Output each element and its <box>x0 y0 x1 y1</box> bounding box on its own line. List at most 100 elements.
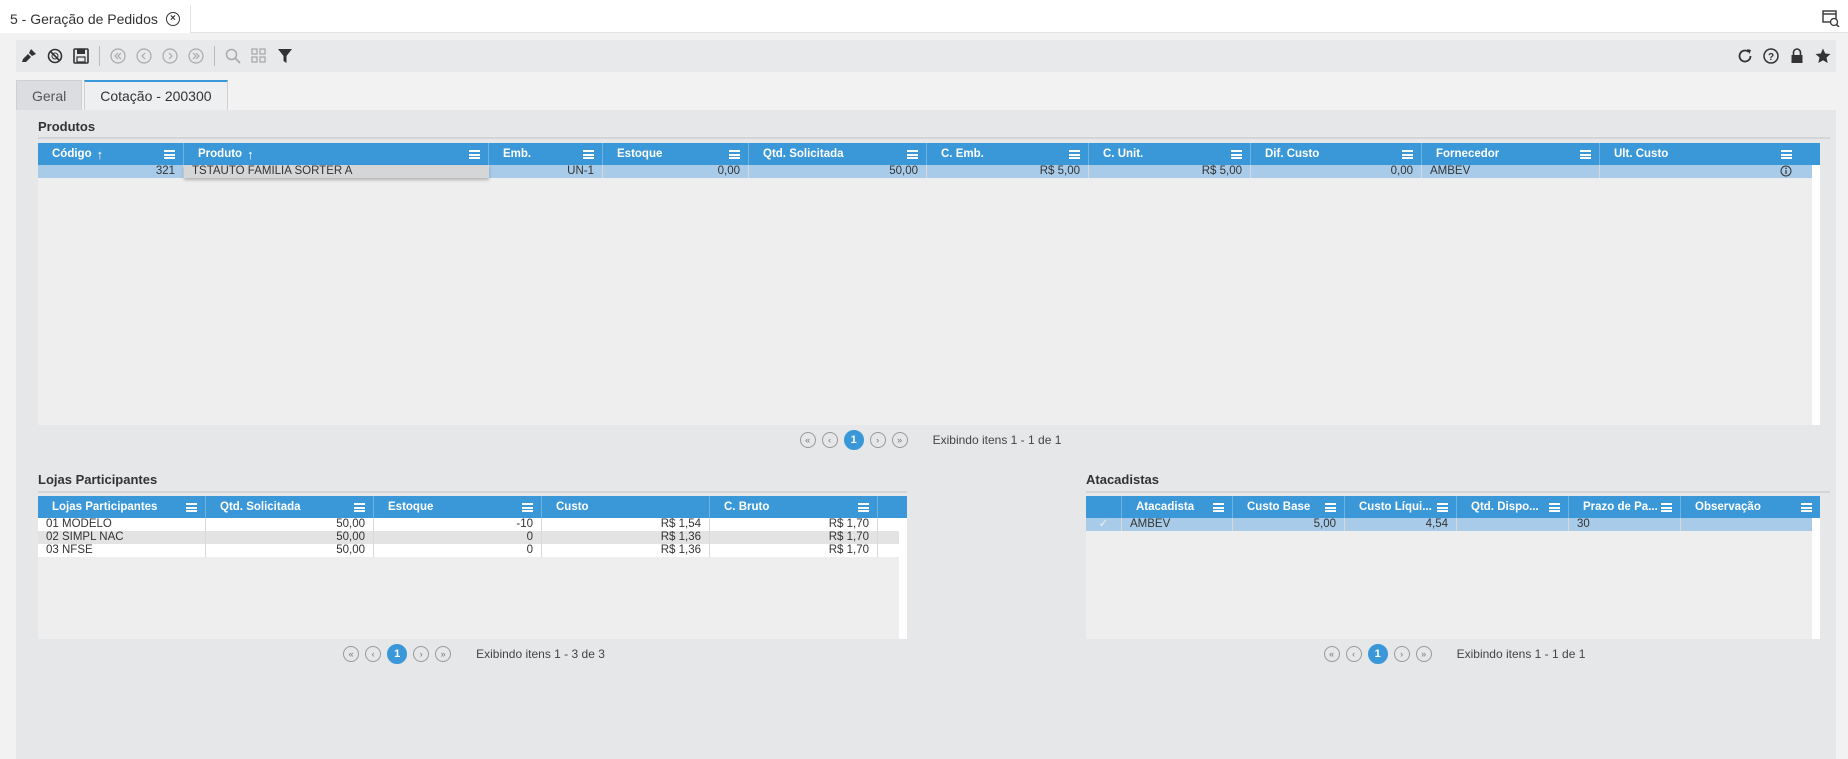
column-header-produto[interactable]: Produto ↑ <box>184 143 489 165</box>
last-page-icon[interactable]: » <box>891 432 908 448</box>
column-header-select[interactable] <box>1086 496 1122 518</box>
vertical-scrollbar[interactable] <box>1812 518 1820 642</box>
column-header-custo[interactable]: Custo <box>542 496 710 518</box>
column-header-c-bruto[interactable]: C. Bruto <box>710 496 878 518</box>
column-header-c-emb[interactable]: C. Emb. <box>927 143 1089 165</box>
cell-qtd-solicitada: 50,00 <box>749 165 927 178</box>
column-menu-icon[interactable] <box>583 150 594 159</box>
column-header-dif-custo[interactable]: Dif. Custo <box>1251 143 1422 165</box>
vertical-scrollbar[interactable] <box>1812 165 1820 441</box>
prev-page-icon[interactable]: ‹ <box>821 432 838 448</box>
sort-up-arrow-icon: ↑ <box>247 146 254 162</box>
column-menu-icon[interactable] <box>907 150 918 159</box>
column-header-custo-liquido[interactable]: Custo Líqui... <box>1345 496 1457 518</box>
search-icon[interactable] <box>220 43 246 69</box>
column-header-codigo[interactable]: Código ↑ <box>38 143 184 165</box>
column-menu-icon[interactable] <box>1069 150 1080 159</box>
close-tab-icon[interactable]: × <box>165 12 180 26</box>
cell-estoque: 0 <box>374 531 542 544</box>
grid-view-icon[interactable] <box>246 43 272 69</box>
column-header-emb[interactable]: Emb. <box>489 143 603 165</box>
column-header-c-unit[interactable]: C. Unit. <box>1089 143 1251 165</box>
column-header-prazo[interactable]: Prazo de Pa... <box>1569 496 1681 518</box>
favorite-star-icon[interactable] <box>1810 43 1836 69</box>
table-row[interactable]: 03 NFSE 50,00 0 R$ 1,36 R$ 1,70 <box>38 544 899 557</box>
column-header-custo-base[interactable]: Custo Base <box>1233 496 1345 518</box>
column-header-observacao[interactable]: Observação <box>1681 496 1820 518</box>
table-row[interactable]: 01 MODELO 50,00 -10 R$ 1,54 R$ 1,70 <box>38 518 899 531</box>
column-menu-icon[interactable] <box>354 503 365 512</box>
window-list-icon[interactable] <box>1822 9 1840 27</box>
last-page-icon[interactable]: » <box>1415 646 1432 662</box>
first-page-icon[interactable]: « <box>1323 646 1340 662</box>
column-menu-icon[interactable] <box>858 503 869 512</box>
last-page-icon[interactable]: » <box>435 646 452 662</box>
cell-c-emb: R$ 5,00 <box>927 165 1089 178</box>
checkmark-icon[interactable]: ✓ <box>1086 518 1122 531</box>
cell-loja: 01 MODELO <box>38 518 206 531</box>
column-menu-icon[interactable] <box>164 150 175 159</box>
next-page-icon[interactable]: › <box>413 646 430 662</box>
clear-broom-icon[interactable] <box>16 43 42 69</box>
pager-status: Exibindo itens 1 - 3 de 3 <box>476 647 605 661</box>
column-header-qtd-disponivel[interactable]: Qtd. Dispo... <box>1457 496 1569 518</box>
cancel-icon[interactable] <box>42 43 68 69</box>
column-menu-icon[interactable] <box>1549 503 1560 512</box>
pager-status: Exibindo itens 1 - 1 de 1 <box>932 433 1062 447</box>
document-tab[interactable]: 5 - Geração de Pedidos × <box>0 5 191 33</box>
last-record-icon[interactable] <box>183 43 209 69</box>
column-header-qtd-solicitada[interactable]: Qtd. Solicitada <box>206 496 374 518</box>
document-tab-title: 5 - Geração de Pedidos <box>10 11 158 27</box>
info-icon[interactable] <box>1780 165 1792 177</box>
lock-icon[interactable] <box>1784 43 1810 69</box>
section-divider <box>38 491 907 493</box>
next-page-icon[interactable]: › <box>869 432 886 448</box>
column-header-ult-custo[interactable]: Ult. Custo <box>1600 143 1800 165</box>
page-number-button[interactable]: 1 <box>843 430 864 450</box>
next-record-icon[interactable] <box>157 43 183 69</box>
cell-produto[interactable]: TSTAUTO FAMILIA SORTER A <box>184 165 489 178</box>
column-menu-icon[interactable] <box>1661 503 1672 512</box>
atacadistas-title: Atacadistas <box>1086 472 1159 487</box>
column-header-qtd-solicitada[interactable]: Qtd. Solicitada <box>749 143 927 165</box>
next-page-icon[interactable]: › <box>1393 646 1410 662</box>
column-menu-icon[interactable] <box>1325 503 1336 512</box>
column-menu-icon[interactable] <box>1231 150 1242 159</box>
table-row[interactable]: 02 SIMPL NAC 50,00 0 R$ 1,36 R$ 1,70 <box>38 531 899 544</box>
refresh-icon[interactable] <box>1732 43 1758 69</box>
save-icon[interactable] <box>68 43 94 69</box>
vertical-scrollbar[interactable] <box>899 518 907 642</box>
column-menu-icon[interactable] <box>729 150 740 159</box>
column-menu-icon[interactable] <box>522 503 533 512</box>
column-menu-icon[interactable] <box>1213 503 1224 512</box>
first-page-icon[interactable]: « <box>799 432 816 448</box>
column-header-fornecedor[interactable]: Fornecedor <box>1422 143 1600 165</box>
column-menu-icon[interactable] <box>1437 503 1448 512</box>
cell-estoque: 0,00 <box>603 165 749 178</box>
tab-geral[interactable]: Geral <box>16 80 83 110</box>
column-header-atacadista[interactable]: Atacadista <box>1122 496 1233 518</box>
filter-icon[interactable] <box>272 43 298 69</box>
cell-qtd: 50,00 <box>206 544 374 557</box>
page-number-button[interactable]: 1 <box>1367 644 1388 664</box>
column-header-spacer <box>878 496 907 518</box>
table-row[interactable]: 321 TSTAUTO FAMILIA SORTER A UN-1 0,00 5… <box>38 165 1820 178</box>
table-row[interactable]: ✓ AMBEV 5,00 4,54 30 <box>1086 518 1812 531</box>
previous-record-icon[interactable] <box>131 43 157 69</box>
column-header-estoque[interactable]: Estoque <box>374 496 542 518</box>
column-menu-icon[interactable] <box>1801 503 1812 512</box>
first-page-icon[interactable]: « <box>343 646 360 662</box>
prev-page-icon[interactable]: ‹ <box>365 646 382 662</box>
tab-cotacao[interactable]: Cotação - 200300 <box>84 80 228 110</box>
column-header-estoque[interactable]: Estoque <box>603 143 749 165</box>
help-icon[interactable]: ? <box>1758 43 1784 69</box>
column-menu-icon[interactable] <box>1781 150 1792 159</box>
prev-page-icon[interactable]: ‹ <box>1345 646 1362 662</box>
column-menu-icon[interactable] <box>1580 150 1591 159</box>
column-menu-icon[interactable] <box>469 150 480 159</box>
column-header-lojas[interactable]: Lojas Participantes <box>38 496 206 518</box>
column-menu-icon[interactable] <box>1402 150 1413 159</box>
column-menu-icon[interactable] <box>186 503 197 512</box>
page-number-button[interactable]: 1 <box>387 644 408 664</box>
first-record-icon[interactable] <box>105 43 131 69</box>
